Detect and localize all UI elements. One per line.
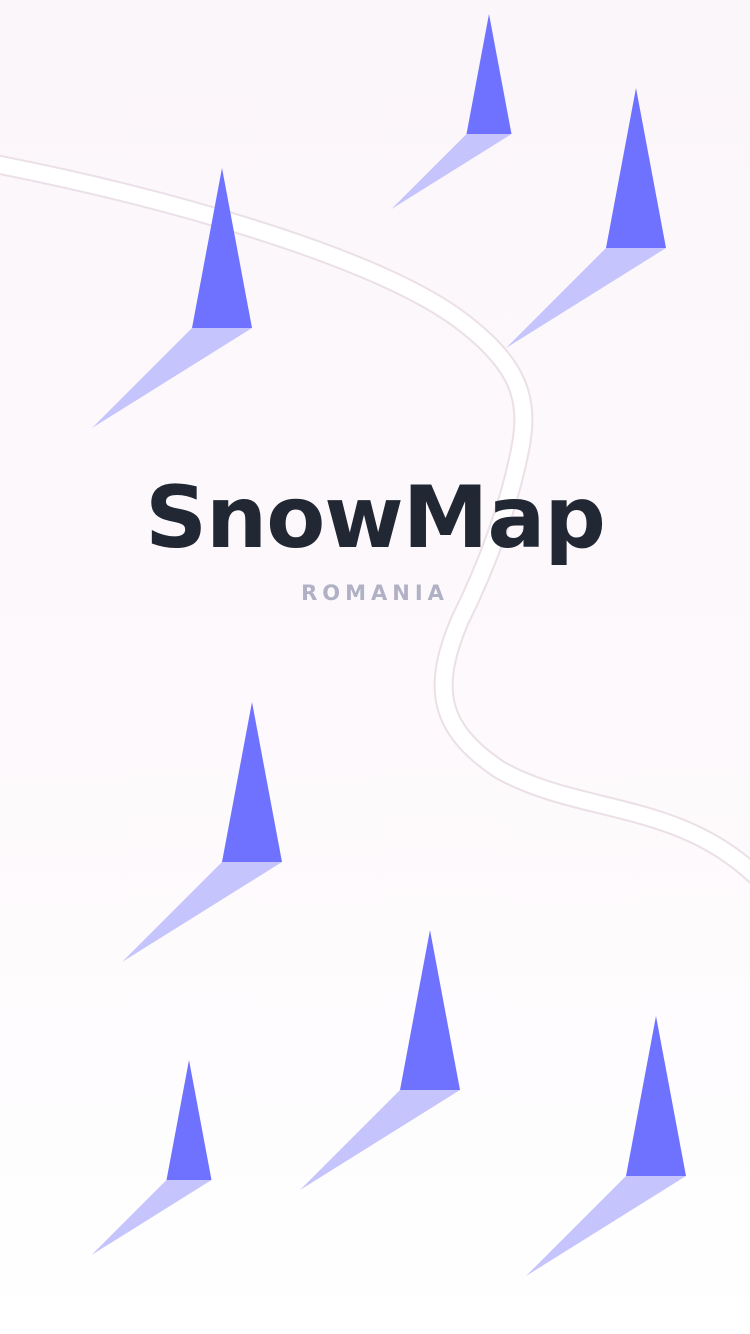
ski-arrow-icon — [506, 88, 666, 348]
app-subtitle: ROMANIA — [301, 581, 449, 605]
ski-arrow-icon — [122, 702, 282, 962]
splash-background — [0, 14, 750, 1276]
ski-arrow-icon — [391, 14, 512, 209]
app-title: SnowMap — [145, 468, 606, 568]
ski-arrow-icon — [526, 1016, 686, 1276]
ski-arrow-icon — [91, 1060, 212, 1255]
brand-block: SnowMap ROMANIA — [0, 462, 750, 608]
ski-arrow-icon — [300, 930, 460, 1190]
